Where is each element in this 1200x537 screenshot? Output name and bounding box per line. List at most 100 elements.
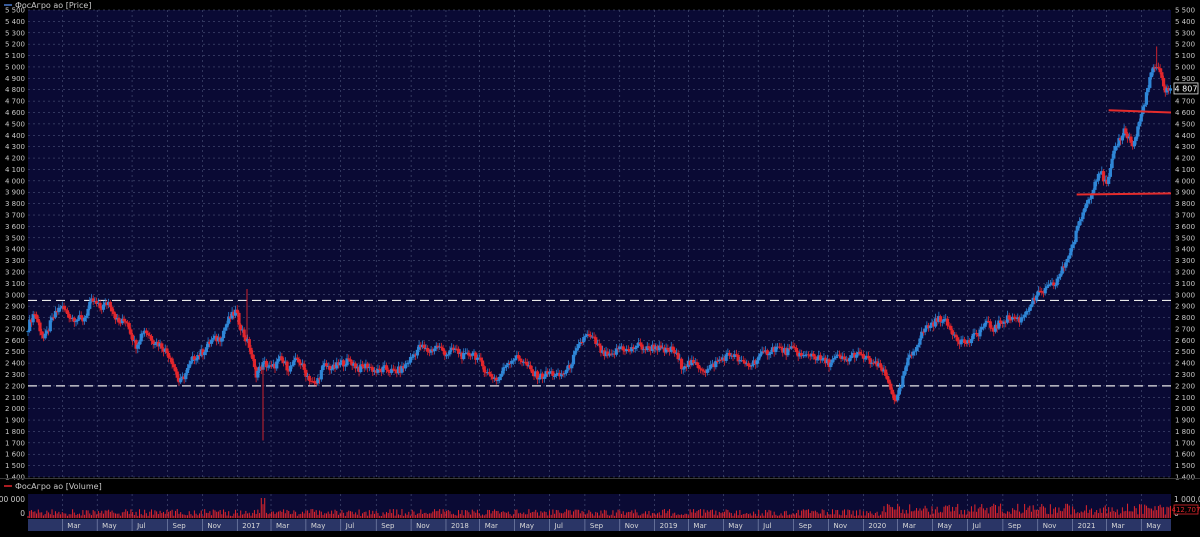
price-chart[interactable]: 1 400 1 500 1 600 1 700 1 800 1 900 2 000 2 100…	[0, 0, 1200, 533]
volume-bar	[94, 511, 96, 518]
volume-bar	[1106, 513, 1108, 518]
volume-bar	[483, 515, 485, 518]
volume-bar	[584, 514, 586, 518]
y-tick-label-left: 1 900	[5, 417, 25, 425]
volume-bar	[1058, 507, 1060, 518]
candle-body	[647, 346, 651, 349]
volume-bar	[494, 509, 496, 518]
volume-bar	[972, 511, 974, 518]
candle-body	[1124, 128, 1128, 134]
y-tick-label-left: 2 000	[5, 405, 25, 413]
volume-bar	[1027, 507, 1029, 518]
candle-body	[698, 368, 703, 370]
volume-bar	[1121, 507, 1123, 518]
candle-body	[153, 343, 157, 345]
volume-bar	[814, 510, 816, 518]
volume-bar	[718, 511, 720, 518]
volume-bar	[1070, 514, 1072, 518]
volume-bar	[1060, 510, 1062, 518]
y-tick-label-right: 4 500	[1175, 120, 1195, 128]
candle-body	[225, 323, 229, 328]
x-tick-label: Nov	[625, 522, 639, 530]
volume-bar	[665, 513, 667, 518]
volume-bar	[1099, 508, 1101, 518]
volume-bar	[806, 509, 808, 518]
candle-body	[498, 376, 502, 381]
volume-bar	[787, 515, 789, 518]
volume-bar	[456, 515, 458, 518]
volume-bar	[152, 514, 154, 518]
volume-bar	[181, 514, 183, 518]
candle-body	[393, 369, 397, 372]
volume-bar	[746, 513, 748, 518]
volume-bar	[516, 509, 518, 518]
candle-body	[223, 327, 227, 331]
volume-bar	[720, 513, 722, 518]
chart-canvas[interactable]: 1 400 1 500 1 600 1 700 1 800 1 900 2 000 2 100…	[0, 0, 1200, 533]
volume-bar	[375, 511, 377, 518]
volume-bar	[581, 510, 583, 518]
candle-body	[964, 342, 968, 344]
volume-bar	[857, 515, 859, 518]
volume-bar	[78, 513, 80, 518]
volume-bar	[701, 515, 703, 518]
x-tick-label: 2019	[660, 522, 678, 530]
volume-bar	[434, 509, 436, 518]
volume-bar	[548, 510, 550, 518]
trend-line[interactable]	[1076, 192, 1172, 196]
candle-body	[110, 307, 114, 312]
volume-bar	[1085, 505, 1087, 518]
volume-bar	[759, 515, 761, 518]
volume-bar	[1145, 505, 1147, 518]
volume-bar	[871, 513, 873, 518]
volume-bar	[931, 506, 933, 518]
x-tick-label: Nov	[416, 522, 430, 530]
y-tick-label-left: 3 900	[5, 189, 25, 197]
candle-body	[426, 347, 430, 352]
volume-bar	[1130, 511, 1132, 518]
volume-bar	[264, 498, 266, 518]
candle-body	[1143, 104, 1147, 107]
volume-bar	[1166, 506, 1168, 518]
volume-bar	[1157, 506, 1159, 518]
volume-bar	[288, 510, 290, 518]
candle-body	[1084, 203, 1088, 209]
candle-body	[715, 360, 720, 362]
candle-body	[1065, 258, 1070, 263]
volume-bar	[195, 513, 197, 518]
candle-body	[666, 347, 670, 350]
volume-bar	[773, 511, 775, 518]
volume-bar	[904, 513, 906, 518]
volume-bar	[250, 515, 252, 518]
volume-bar	[1056, 512, 1058, 518]
volume-bar	[296, 515, 298, 518]
volume-bar	[274, 513, 276, 518]
price-plot-area[interactable]	[28, 10, 1171, 477]
candle-body	[1023, 314, 1027, 318]
candle-body	[173, 367, 178, 372]
candle-body	[247, 339, 251, 348]
volume-bar	[850, 514, 852, 518]
volume-bar	[1006, 511, 1008, 518]
volume-bar	[85, 510, 87, 518]
candle-body	[209, 339, 214, 344]
candle-body	[1052, 282, 1056, 286]
volume-bar	[377, 513, 379, 518]
volume-bar	[488, 509, 490, 518]
volume-bar	[365, 511, 367, 518]
volume-bar	[989, 507, 991, 518]
volume-bar	[1025, 510, 1027, 518]
volume-bar	[495, 510, 497, 518]
volume-bar	[938, 512, 940, 518]
candle-body	[292, 360, 296, 366]
volume-bar	[190, 514, 192, 518]
volume-bar	[413, 511, 415, 518]
volume-bar	[986, 507, 988, 518]
volume-bar	[87, 510, 89, 518]
candle-body	[149, 335, 154, 341]
y-tick-label-right: 1 400	[1175, 474, 1195, 482]
candle-body	[189, 361, 193, 365]
volume-bar	[475, 512, 477, 518]
volume-bar	[178, 513, 180, 518]
volume-bar	[629, 511, 631, 518]
